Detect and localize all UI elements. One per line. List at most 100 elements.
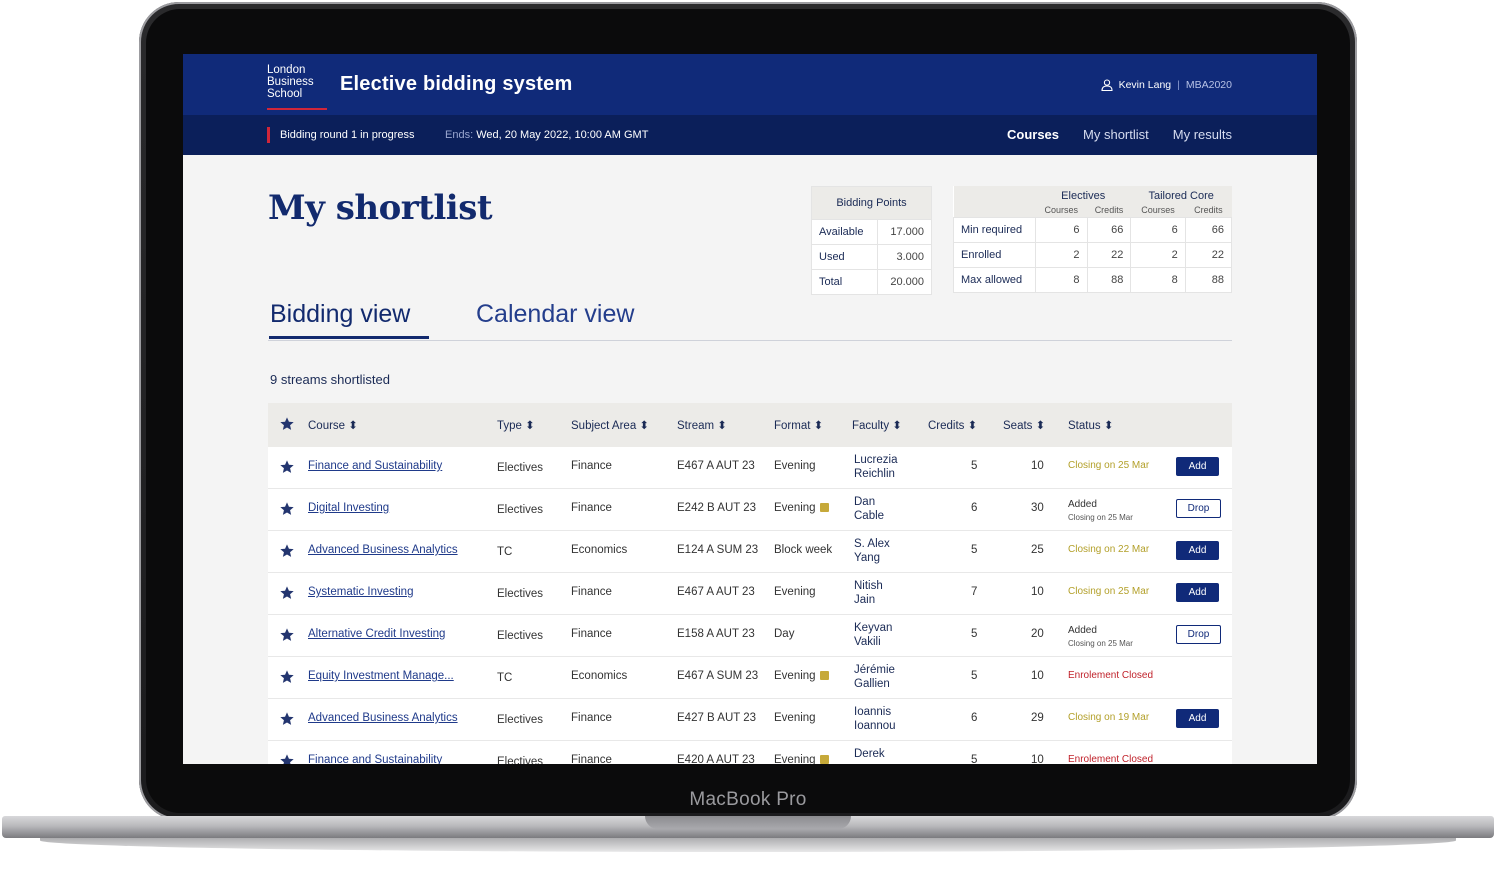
column-header-format[interactable]: Format ⬍ <box>774 418 823 432</box>
star-icon[interactable] <box>279 627 295 646</box>
course-link[interactable]: Advanced Business Analytics <box>308 712 458 724</box>
round-status-marker <box>267 127 270 143</box>
nav-courses[interactable]: Courses <box>1007 127 1059 142</box>
summary-value: 22 <box>1184 242 1233 268</box>
add-button[interactable]: Add <box>1176 583 1219 602</box>
star-icon[interactable] <box>279 585 295 604</box>
faculty-first-name: Lucrezia <box>854 454 898 466</box>
column-header-stream[interactable]: Stream ⬍ <box>677 418 727 432</box>
format-cell: Evening <box>774 586 816 598</box>
type-cell: Electives <box>497 714 544 726</box>
faculty-cell: Keyvan Vakili <box>854 621 924 649</box>
points-row: Total 20.000 <box>811 269 933 295</box>
faculty-last-name: Jain <box>854 594 876 606</box>
summary-value: 2 <box>1130 242 1186 268</box>
faculty-cell: Ioannis Ioannou <box>854 705 924 733</box>
summary-value: 8 <box>1035 267 1088 293</box>
add-button[interactable]: Add <box>1176 457 1219 476</box>
seats-cell: 10 <box>1031 754 1044 764</box>
star-icon[interactable] <box>279 501 295 520</box>
stream-cell: E158 A AUT 23 <box>677 628 755 640</box>
seats-cell: 30 <box>1031 502 1044 514</box>
seats-cell: 10 <box>1031 586 1044 598</box>
column-header-status[interactable]: Status ⬍ <box>1068 418 1113 432</box>
sort-icon: ⬍ <box>525 420 535 432</box>
sort-icon: ⬍ <box>813 420 824 432</box>
star-icon[interactable] <box>279 711 295 730</box>
format-text: Evening <box>774 754 816 764</box>
course-link[interactable]: Advanced Business Analytics <box>308 544 458 556</box>
course-link[interactable]: Digital Investing <box>308 502 389 514</box>
seats-cell: 25 <box>1031 544 1044 556</box>
faculty-first-name: Derek <box>854 748 885 760</box>
user-menu[interactable]: Kevin Lang | MBA2020 <box>1101 79 1232 91</box>
device-brand-label: MacBook Pro <box>689 789 807 810</box>
subject-cell: Finance <box>571 628 612 640</box>
table-row: Systematic Investing Electives Finance E467… <box>268 573 1232 615</box>
column-header-subject-area[interactable]: Subject Area ⬍ <box>571 418 649 432</box>
summary-value: 66 <box>1086 217 1132 243</box>
add-button[interactable]: Add <box>1176 541 1219 560</box>
drop-button[interactable]: Drop <box>1176 625 1221 644</box>
faculty-cell: Nitish Jain <box>854 579 924 607</box>
tab-calendar-view[interactable]: Calendar view <box>476 300 634 329</box>
column-header-faculty[interactable]: Faculty ⬍ <box>852 418 902 432</box>
top-header: London Business School Elective bidding … <box>183 54 1317 115</box>
points-row: Available 17.000 <box>811 219 933 245</box>
status-cell: Enrolement Closed <box>1068 670 1154 681</box>
star-icon[interactable] <box>279 753 295 764</box>
shortlist-count: 9 streams shortlisted <box>270 372 390 387</box>
course-link[interactable]: Systematic Investing <box>308 586 413 598</box>
course-link[interactable]: Alternative Credit Investing <box>308 628 445 640</box>
star-icon[interactable] <box>279 459 295 478</box>
summary-row: Max allowed 8 88 8 88 <box>953 267 1233 293</box>
status-cell: Enrolement Closed <box>1068 754 1154 764</box>
column-header-type[interactable]: Type ⬍ <box>497 418 535 432</box>
type-cell: Electives <box>497 504 544 516</box>
faculty-cell: S. Alex Yang <box>854 537 924 565</box>
format-cell: Evening <box>774 754 829 764</box>
course-link[interactable]: Equity Investment Manage... <box>308 670 454 682</box>
credits-cell: 5 <box>971 754 978 764</box>
column-header-course[interactable]: Course ⬍ <box>308 418 358 432</box>
star-icon[interactable] <box>279 416 295 435</box>
summary-value: 6 <box>1130 217 1186 243</box>
format-cell: Evening <box>774 712 816 724</box>
summary-row: Enrolled 2 22 2 22 <box>953 242 1233 268</box>
star-icon[interactable] <box>279 543 295 562</box>
nav-my-shortlist[interactable]: My shortlist <box>1083 127 1149 142</box>
drop-button[interactable]: Drop <box>1176 499 1221 518</box>
action-cell: Add <box>1176 583 1219 602</box>
format-cell: Block week <box>774 544 832 556</box>
status-subtext: Closing on 25 Mar <box>1068 639 1133 648</box>
course-link[interactable]: Finance and Sustainability <box>308 754 442 764</box>
bidding-points-table: Bidding Points Available 17.000 Used 3.0… <box>811 186 933 295</box>
column-header-credits[interactable]: Credits ⬍ <box>928 418 977 432</box>
tab-bidding-view[interactable]: Bidding view <box>270 300 410 329</box>
sort-icon: ⬍ <box>717 420 727 432</box>
credits-cell: 5 <box>971 544 978 556</box>
subject-cell: Finance <box>571 754 612 764</box>
summary-label: Enrolled <box>953 242 1036 268</box>
table-header: Course ⬍ Type ⬍ Subject Area ⬍ Stream ⬍ … <box>268 403 1232 447</box>
summary-row: Min required 6 66 6 66 <box>953 217 1233 243</box>
sort-icon: ⬍ <box>1103 420 1114 432</box>
credits-subheader: Credits <box>1087 203 1131 218</box>
tailored-core-group-header: Tailored Core <box>1130 186 1232 203</box>
calendar-icon <box>819 671 829 680</box>
format-text: Evening <box>774 670 816 682</box>
seats-cell: 20 <box>1031 628 1044 640</box>
courses-subheader: Courses <box>1035 203 1088 218</box>
course-link[interactable]: Finance and Sustainability <box>308 460 442 472</box>
faculty-cell: Lucrezia Reichlin <box>854 453 924 481</box>
type-cell: Electives <box>497 588 544 600</box>
nav-my-results[interactable]: My results <box>1173 127 1232 142</box>
school-logo[interactable]: London Business School <box>267 64 314 100</box>
faculty-cell: Derek <box>854 747 924 761</box>
add-button[interactable]: Add <box>1176 709 1219 728</box>
status-cell: Added Closing on 25 Mar <box>1068 624 1133 650</box>
action-cell: Add <box>1176 541 1219 560</box>
column-header-seats[interactable]: Seats ⬍ <box>1003 418 1045 432</box>
star-icon[interactable] <box>279 669 295 688</box>
sort-icon: ⬍ <box>348 420 358 432</box>
